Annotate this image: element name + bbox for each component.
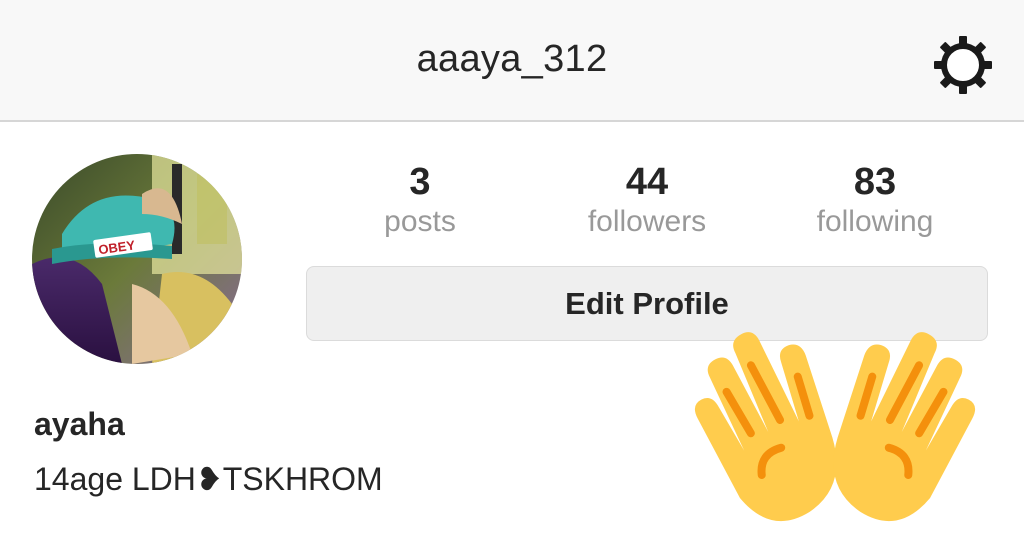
posts-count: 3 [409, 161, 431, 203]
gear-icon[interactable] [928, 34, 998, 96]
following-label: following [816, 205, 934, 238]
posts-label: posts [384, 205, 456, 238]
profile-full-name: ayaha [34, 406, 125, 442]
top-nav-bar: aaaya_312 [0, 0, 1024, 122]
raised-hands-icon [680, 318, 990, 538]
avatar[interactable]: OBEY [32, 154, 242, 364]
profile-username: aaaya_312 [416, 38, 608, 80]
following-count: 83 [853, 161, 897, 203]
stat-following[interactable]: 83 following [775, 160, 975, 240]
followers-count: 44 [625, 161, 669, 203]
profile-bio: 14age LDH❥TSKHROM [34, 461, 383, 497]
followers-label: followers [587, 205, 707, 238]
stat-posts[interactable]: 3 posts [320, 160, 520, 240]
stat-followers[interactable]: 44 followers [547, 160, 747, 240]
